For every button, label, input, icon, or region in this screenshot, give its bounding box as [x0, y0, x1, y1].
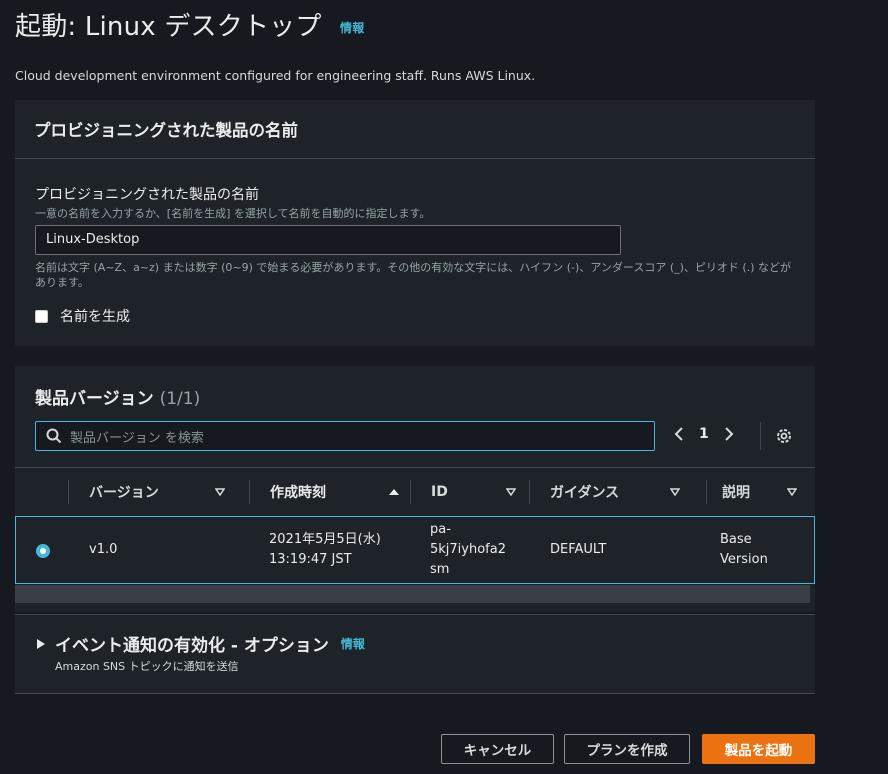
column-label: 説明 [722, 485, 750, 501]
page-title-text: 起動: Linux デスクトップ [15, 12, 322, 42]
name-field-constraint: 名前は文字 (A~Z、a~z) または数字 (0~9) で始まる必要があります。… [35, 261, 791, 289]
row-select-radio[interactable] [36, 544, 50, 558]
versions-count: (1/1) [159, 389, 201, 409]
generate-name-label: 名前を生成 [60, 309, 130, 325]
caret-right-icon [37, 638, 45, 649]
events-expander[interactable]: イベント通知の有効化 - オプション 情報 [37, 631, 365, 656]
page-number[interactable]: 1 [699, 426, 709, 442]
column-header-id[interactable]: ID [410, 468, 526, 516]
column-label: 作成時刻 [270, 485, 326, 501]
cell-id-line: 5kj7iyhofa2 [430, 542, 506, 557]
sort-caret-up-icon [389, 489, 399, 495]
column-label: ガイダンス [550, 485, 620, 501]
column-header-version[interactable]: バージョン [68, 468, 235, 516]
name-panel-header: プロビジョニングされた製品の名前 [15, 100, 815, 159]
pagination: 1 [673, 426, 735, 442]
column-header-created[interactable]: 作成時刻 [249, 468, 410, 516]
cell-id: pa- 5kj7iyhofa2 sm [430, 520, 506, 580]
versions-panel: 製品バージョン (1/1) 製品バージョン を検索 1 バージョン 作成時刻 I… [15, 366, 815, 612]
cell-created: 2021年5月5日(水) 13:19:47 JST [269, 530, 381, 570]
column-header-guidance[interactable]: ガイダンス [529, 468, 690, 516]
sort-caret-down-icon [215, 488, 225, 496]
cell-description: Base Version [720, 530, 768, 570]
sort-caret-down-icon [506, 488, 516, 496]
chevron-left-icon[interactable] [673, 426, 685, 442]
table-header: バージョン 作成時刻 ID ガイダンス 説明 [15, 467, 815, 517]
name-panel: プロビジョニングされた製品の名前 プロビジョニングされた製品の名前 一意の名前を… [15, 100, 815, 346]
table-row[interactable]: v1.0 2021年5月5日(水) 13:19:47 JST pa- 5kj7i… [15, 516, 815, 584]
title-info-link[interactable]: 情報 [340, 21, 364, 35]
search-icon [46, 428, 62, 444]
versions-title-text: 製品バージョン [35, 389, 154, 409]
search-placeholder: 製品バージョン を検索 [70, 430, 204, 446]
pager-divider [760, 422, 761, 450]
cancel-button[interactable]: キャンセル [441, 734, 554, 764]
events-panel: イベント通知の有効化 - オプション 情報 Amazon SNS トピックに通知… [15, 614, 815, 694]
cell-created-time: 13:19:47 JST [269, 552, 352, 567]
column-label: ID [431, 484, 448, 500]
name-field-label: プロビジョニングされた製品の名前 [35, 187, 259, 203]
generate-name-row[interactable]: 名前を生成 [35, 306, 130, 326]
cell-created-date: 2021年5月5日(水) [269, 532, 381, 547]
sort-caret-down-icon [670, 488, 680, 496]
sort-caret-down-icon [787, 488, 797, 496]
generate-name-checkbox[interactable] [35, 309, 48, 323]
gear-icon[interactable] [775, 427, 793, 445]
column-header-description[interactable]: 説明 [706, 468, 807, 516]
cell-guidance: DEFAULT [550, 542, 607, 557]
create-plan-button[interactable]: プランを作成 [564, 734, 690, 764]
versions-title: 製品バージョン (1/1) [35, 384, 200, 409]
name-field-hint: 一意の名前を入力するか、[名前を生成] を選択して名前を自動的に指定します。 [35, 207, 431, 220]
events-title: イベント通知の有効化 - オプション [55, 636, 329, 656]
versions-table: バージョン 作成時刻 ID ガイダンス 説明 v1.0 2021年5月5日(水)… [15, 467, 815, 603]
page-title: 起動: Linux デスクトップ 情報 [15, 6, 364, 43]
launch-product-button[interactable]: 製品を起動 [702, 734, 815, 764]
column-label: バージョン [89, 485, 159, 501]
events-info-link[interactable]: 情報 [341, 635, 365, 652]
cell-version: v1.0 [89, 542, 118, 557]
cell-description-line: Version [720, 552, 768, 567]
product-name-input[interactable]: Linux-Desktop [35, 225, 621, 255]
cell-id-line: sm [430, 562, 450, 577]
cell-id-line: pa- [430, 522, 451, 537]
events-subtitle: Amazon SNS トピックに通知を送信 [55, 660, 239, 673]
page-description: Cloud development environment configured… [15, 68, 536, 83]
cell-description-line: Base [720, 532, 752, 547]
horizontal-scrollbar[interactable] [15, 585, 810, 603]
version-search-input[interactable]: 製品バージョン を検索 [35, 421, 655, 451]
chevron-right-icon[interactable] [723, 426, 735, 442]
